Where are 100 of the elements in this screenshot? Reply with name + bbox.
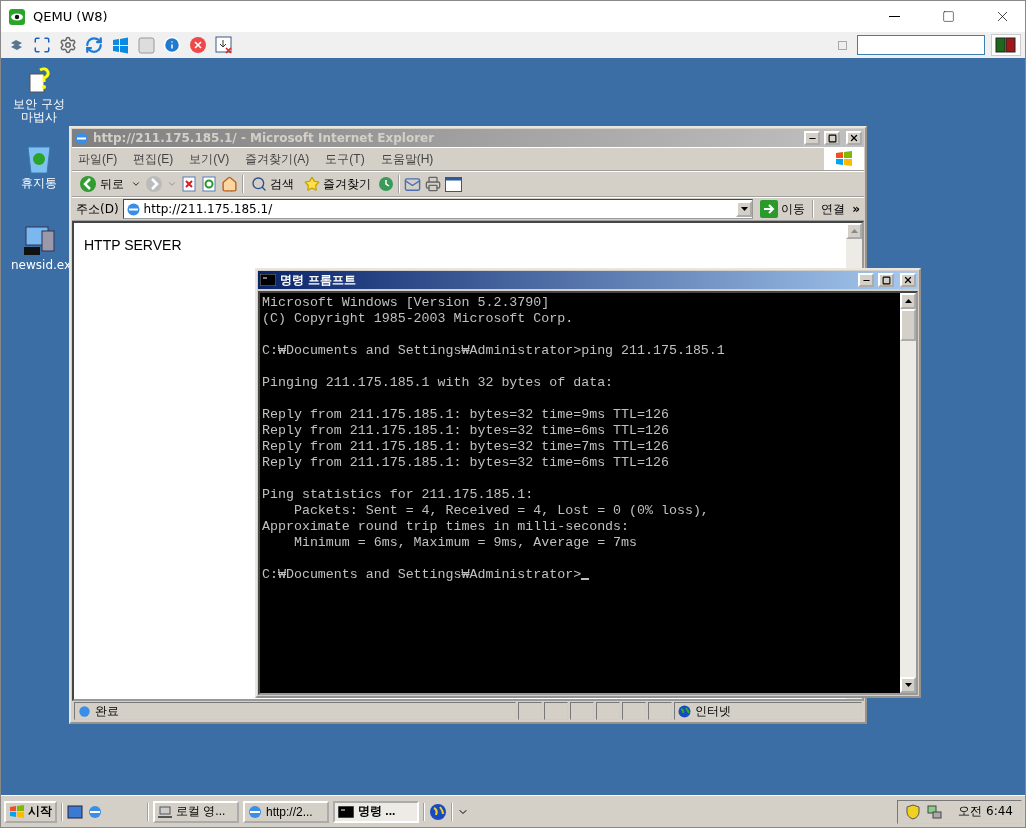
maximize-button[interactable] bbox=[824, 131, 840, 145]
zone-indicator: 인터넷 bbox=[674, 702, 862, 720]
network-icon bbox=[158, 804, 172, 819]
scroll-up-button[interactable] bbox=[900, 293, 916, 309]
scrollbar[interactable] bbox=[900, 293, 916, 693]
console-line: Reply from 211.175.185.1: bytes=32 time=7ms TTL=126 bbox=[262, 439, 670, 455]
status-pane bbox=[544, 702, 568, 720]
more-chevron[interactable]: » bbox=[852, 202, 860, 216]
status-pane bbox=[570, 702, 594, 720]
page-icon bbox=[78, 704, 91, 718]
down-arrow-icon bbox=[904, 683, 912, 687]
close-icon bbox=[849, 133, 859, 143]
console-line: C:₩Documents and Settings₩Administrator> bbox=[262, 567, 898, 583]
console-line: Minimum = 6ms, Maximum = 9ms, Average = 7ms bbox=[292, 535, 639, 551]
settings-icon[interactable] bbox=[58, 35, 78, 55]
browser-icon bbox=[248, 804, 262, 819]
star-icon bbox=[304, 176, 320, 192]
browser-icon[interactable] bbox=[87, 803, 103, 820]
refresh-icon[interactable] bbox=[201, 176, 217, 192]
console-line: C:₩Documents and Settings₩Administrator>ping 211.175.185.1 bbox=[262, 343, 726, 359]
recycle-bin-icon bbox=[24, 143, 54, 175]
menu-item[interactable]: 도움말(H) bbox=[374, 150, 440, 168]
desktop-icon-label[interactable]: newsid.ex bbox=[11, 259, 67, 272]
links-button[interactable]: 연결 bbox=[818, 198, 849, 220]
app-icon bbox=[9, 8, 25, 25]
desktop-icon-label[interactable]: 보안 구성 마법사 bbox=[11, 98, 67, 124]
minimize-button[interactable] bbox=[858, 273, 874, 287]
close-button[interactable] bbox=[900, 273, 916, 287]
desktop-icon-label[interactable]: 휴지통 bbox=[11, 177, 67, 190]
favorites-button[interactable]: 즐겨찾기 bbox=[301, 173, 374, 195]
mail-icon[interactable] bbox=[404, 175, 421, 193]
taskbar-button[interactable]: http://2... bbox=[243, 800, 329, 823]
console-icon bbox=[260, 274, 276, 286]
taskbar-button[interactable]: 명령 ... bbox=[333, 800, 419, 823]
taskbar-button[interactable]: 로컬 영... bbox=[153, 800, 239, 823]
console-line: Pinging 211.175.185.1 with 32 bytes of data: bbox=[262, 375, 615, 391]
download-window-icon[interactable] bbox=[214, 35, 234, 55]
globe-icon[interactable] bbox=[429, 802, 447, 821]
console-line: Reply from 211.175.185.1: bytes=32 time=6ms TTL=126 bbox=[262, 423, 670, 439]
up-arrow-icon bbox=[904, 299, 912, 303]
printer-icon[interactable] bbox=[425, 176, 441, 192]
status-text: 완료 bbox=[74, 702, 516, 720]
search-button[interactable]: 검색 bbox=[248, 173, 297, 195]
maximize-button[interactable] bbox=[878, 273, 894, 287]
input-field[interactable] bbox=[857, 35, 985, 55]
window-title: http://211.175.185.1/ - Microsoft Internet Explorer bbox=[93, 131, 436, 145]
menu-item[interactable]: 편집(E) bbox=[127, 150, 180, 168]
caret-icon[interactable] bbox=[131, 179, 141, 189]
menu-item[interactable]: 보기(V) bbox=[183, 150, 236, 168]
close-button[interactable] bbox=[846, 131, 862, 145]
window-title: 명령 프롬프트 bbox=[280, 271, 358, 289]
windows-logo-icon bbox=[9, 804, 25, 819]
address-field[interactable]: http://211.175.185.1/ bbox=[122, 199, 754, 219]
stop-icon[interactable] bbox=[188, 35, 208, 55]
maximize-icon bbox=[827, 133, 837, 143]
console-line: Packets: Sent = 4, Received = 4, Lost = 0 (0% loss), bbox=[292, 503, 710, 519]
minimize-button[interactable] bbox=[804, 131, 820, 145]
back-button[interactable]: 뒤로 bbox=[76, 173, 127, 195]
console-line: (C) Copyright 1985-2003 Microsoft Corp. bbox=[262, 311, 575, 327]
minimize-icon bbox=[888, 16, 900, 17]
dropdown-button[interactable] bbox=[736, 201, 753, 217]
search-icon bbox=[251, 176, 267, 192]
console-line: Ping statistics for 211.175.185.1: bbox=[262, 487, 535, 503]
edit-icon[interactable] bbox=[445, 176, 462, 192]
maximize-icon bbox=[941, 10, 955, 23]
shield-icon[interactable] bbox=[906, 803, 921, 820]
menu-item[interactable]: 파일(F) bbox=[72, 150, 124, 168]
desktop-icon[interactable] bbox=[67, 803, 83, 820]
computer-icon bbox=[22, 223, 56, 257]
window-title: QEMU (W8) bbox=[33, 9, 109, 24]
page-text: HTTP SERVER bbox=[84, 237, 182, 255]
menu-item[interactable]: 즐겨찾기(A) bbox=[239, 150, 316, 168]
fullscreen-icon[interactable] bbox=[32, 35, 52, 55]
maximize-icon bbox=[881, 275, 891, 285]
home-icon[interactable] bbox=[221, 175, 238, 193]
scroll-down-button[interactable] bbox=[900, 677, 916, 693]
display-icon bbox=[991, 34, 1021, 56]
console-line: Approximate round trip times in milli-seconds: bbox=[262, 519, 631, 535]
status-pane bbox=[596, 702, 620, 720]
refresh-icon[interactable] bbox=[84, 35, 104, 55]
menu-item[interactable]: 도구(T) bbox=[319, 150, 371, 168]
start-button[interactable]: 시작 bbox=[4, 800, 57, 823]
address-label: 주소(D) bbox=[76, 200, 119, 218]
stop-icon[interactable] bbox=[181, 176, 197, 192]
go-button[interactable]: 이동 bbox=[757, 198, 809, 220]
clock: 오전 6:44 bbox=[958, 803, 1013, 820]
network-icon[interactable] bbox=[926, 803, 943, 820]
console-line: Microsoft Windows [Version 5.2.3790] bbox=[262, 295, 551, 311]
history-icon[interactable] bbox=[378, 176, 394, 192]
info-icon[interactable] bbox=[162, 35, 182, 55]
close-icon bbox=[903, 275, 913, 285]
windows-logo-icon[interactable] bbox=[110, 35, 130, 55]
console-icon bbox=[338, 805, 354, 818]
up-arrow-icon bbox=[850, 229, 858, 233]
console-line: Reply from 211.175.185.1: bytes=32 time=9ms TTL=126 bbox=[262, 407, 670, 423]
scroll-thumb[interactable] bbox=[900, 309, 916, 341]
status-pane bbox=[518, 702, 542, 720]
page-icon bbox=[125, 201, 141, 217]
browser-icon bbox=[74, 130, 89, 146]
status-pane bbox=[622, 702, 646, 720]
